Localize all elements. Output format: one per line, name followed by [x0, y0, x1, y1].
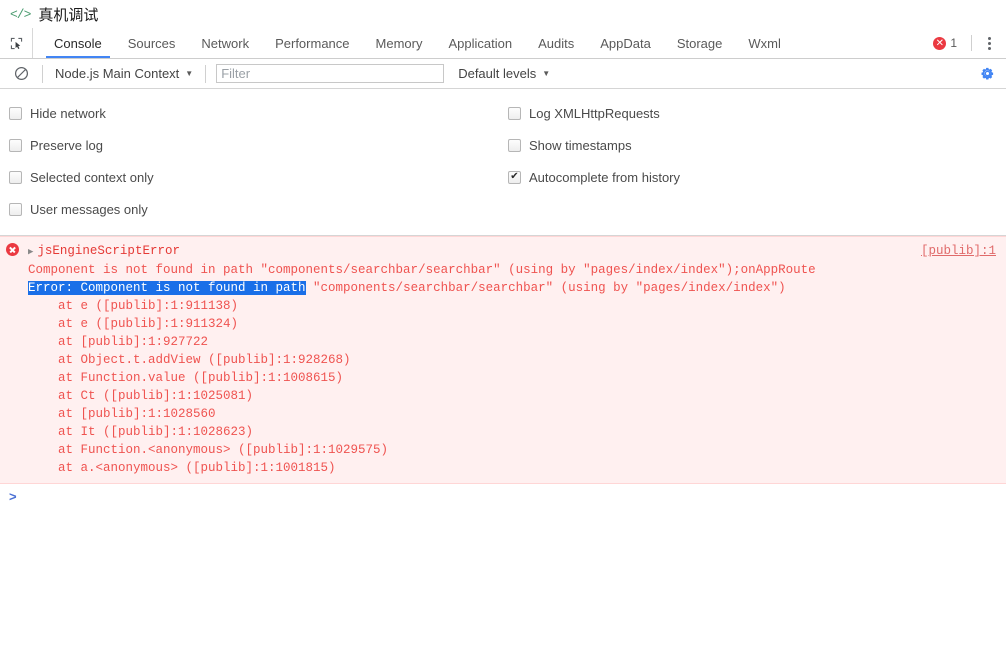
setting-hide-network[interactable]: Hide network	[9, 97, 505, 129]
stack-frame: at [publib]:1:927722	[28, 335, 209, 349]
filter-input[interactable]	[216, 64, 445, 83]
tab-label: Wxml	[748, 35, 781, 51]
tab-label: Audits	[538, 35, 575, 51]
setting-autocomplete-from-history[interactable]: Autocomplete from history	[508, 161, 1006, 193]
error-circle-icon	[6, 243, 20, 257]
tab-label: Application	[448, 35, 513, 51]
tab-storage[interactable]: Storage	[664, 28, 736, 58]
setting-label: Show timestamps	[529, 137, 632, 153]
tab-label: Memory	[375, 35, 423, 51]
window-title: 真机调试	[38, 5, 99, 24]
error-detail-tail: "components/searchbar/searchbar" (using …	[305, 281, 786, 295]
error-title: jsEngineScriptError	[37, 244, 180, 258]
console-error-entry[interactable]: [publib]:1 ▶ jsEngineScriptError Compone…	[0, 236, 1006, 484]
setting-show-timestamps[interactable]: Show timestamps	[508, 129, 1006, 161]
inspect-element-icon[interactable]	[0, 28, 33, 58]
setting-log-xmlhttprequests[interactable]: Log XMLHttpRequests	[508, 97, 1006, 129]
context-label: Node.js Main Context	[55, 66, 180, 81]
tab-label: Console	[54, 35, 102, 51]
tab-label: Storage	[676, 35, 723, 51]
console-settings-panel: Hide network Preserve log Selected conte…	[0, 89, 1006, 236]
selected-text: Error: Component is not found in path	[28, 281, 306, 295]
gear-icon[interactable]	[976, 65, 998, 82]
error-detail-line: Error: Component is not found in path "c…	[28, 279, 996, 297]
tab-appdata[interactable]: AppData	[587, 28, 664, 58]
settings-column-right: Log XMLHttpRequests Show timestamps Auto…	[505, 97, 1006, 225]
error-body: ▶ jsEngineScriptError Component is not f…	[0, 242, 1006, 477]
checkbox[interactable]	[508, 138, 521, 152]
checkbox[interactable]	[9, 138, 22, 152]
tab-memory[interactable]: Memory	[363, 28, 436, 58]
error-message: Component is not found in path "componen…	[28, 263, 816, 277]
setting-label: Hide network	[30, 105, 106, 121]
tab-application[interactable]: Application	[435, 28, 525, 58]
divider	[205, 64, 207, 83]
tab-label: Sources	[127, 35, 176, 51]
stack-frame: at a.<anonymous> ([publib]:1:1001815)	[28, 461, 336, 475]
setting-label: Autocomplete from history	[529, 169, 681, 185]
stack-frame: at Function.value ([publib]:1:1008615)	[28, 371, 344, 385]
chevron-down-icon: ▼	[542, 69, 551, 78]
tab-list: Console Sources Network Performance Memo…	[33, 28, 933, 58]
tab-network[interactable]: Network	[188, 28, 262, 58]
settings-column-left: Hide network Preserve log Selected conte…	[0, 97, 505, 225]
status-badge[interactable]: ✕ 1	[933, 36, 957, 50]
tab-console[interactable]: Console	[41, 28, 115, 58]
console-prompt[interactable]: >	[0, 484, 1006, 508]
log-level-selector[interactable]: Default levels ▼	[458, 66, 550, 81]
checkbox[interactable]	[9, 202, 22, 216]
prompt-chevron-icon: >	[9, 488, 17, 504]
setting-preserve-log[interactable]: Preserve log	[9, 129, 505, 161]
stack-frame: at Object.t.addView ([publib]:1:928268)	[28, 353, 351, 367]
tabbar-actions: ✕ 1	[933, 28, 1006, 58]
devtools-tabbar: Console Sources Network Performance Memo…	[0, 28, 1006, 59]
stack-frame: at e ([publib]:1:911324)	[28, 317, 239, 331]
setting-selected-context-only[interactable]: Selected context only	[9, 161, 505, 193]
error-header[interactable]: ▶ jsEngineScriptError	[28, 242, 996, 261]
disclosure-triangle-icon[interactable]: ▶	[28, 243, 33, 261]
setting-label: User messages only	[30, 201, 148, 217]
window-titlebar: </> 真机调试	[0, 0, 1006, 28]
stack-frame: at [publib]:1:1028560	[28, 407, 216, 421]
tab-label: Performance	[275, 35, 350, 51]
stack-frame: at e ([publib]:1:911138)	[28, 299, 239, 313]
setting-user-messages-only[interactable]: User messages only	[9, 193, 505, 225]
divider	[971, 35, 972, 51]
checkbox[interactable]	[508, 170, 521, 184]
source-link[interactable]: [publib]:1	[921, 242, 996, 260]
tab-sources[interactable]: Sources	[115, 28, 189, 58]
context-selector[interactable]: Node.js Main Context ▼	[51, 66, 197, 81]
console-output: [publib]:1 ▶ jsEngineScriptError Compone…	[0, 236, 1006, 508]
error-circle-icon: ✕	[933, 36, 947, 50]
setting-label: Preserve log	[30, 137, 103, 153]
checkbox[interactable]	[9, 170, 22, 184]
setting-label: Selected context only	[30, 169, 154, 185]
log-level-label: Default levels	[458, 66, 537, 81]
checkbox[interactable]	[9, 106, 22, 120]
stack-frame: at Function.<anonymous> ([publib]:1:1029…	[28, 443, 389, 457]
tab-performance[interactable]: Performance	[262, 28, 362, 58]
divider	[42, 64, 43, 83]
kebab-menu-icon[interactable]	[980, 35, 998, 52]
stack-frame: at It ([publib]:1:1028623)	[28, 425, 254, 439]
tab-label: Network	[201, 35, 250, 51]
chevron-down-icon: ▼	[185, 69, 194, 78]
tab-audits[interactable]: Audits	[525, 28, 587, 58]
setting-label: Log XMLHttpRequests	[529, 105, 660, 121]
console-toolbar: Node.js Main Context ▼ Default levels ▼	[0, 59, 1006, 89]
error-count: 1	[950, 36, 957, 50]
clear-console-icon[interactable]	[8, 66, 34, 81]
tab-label: AppData	[600, 35, 651, 51]
checkbox[interactable]	[508, 106, 521, 120]
stack-frame: at Ct ([publib]:1:1025081)	[28, 389, 254, 403]
code-brackets-icon: </>	[10, 6, 31, 22]
tab-wxml[interactable]: Wxml	[735, 28, 794, 58]
